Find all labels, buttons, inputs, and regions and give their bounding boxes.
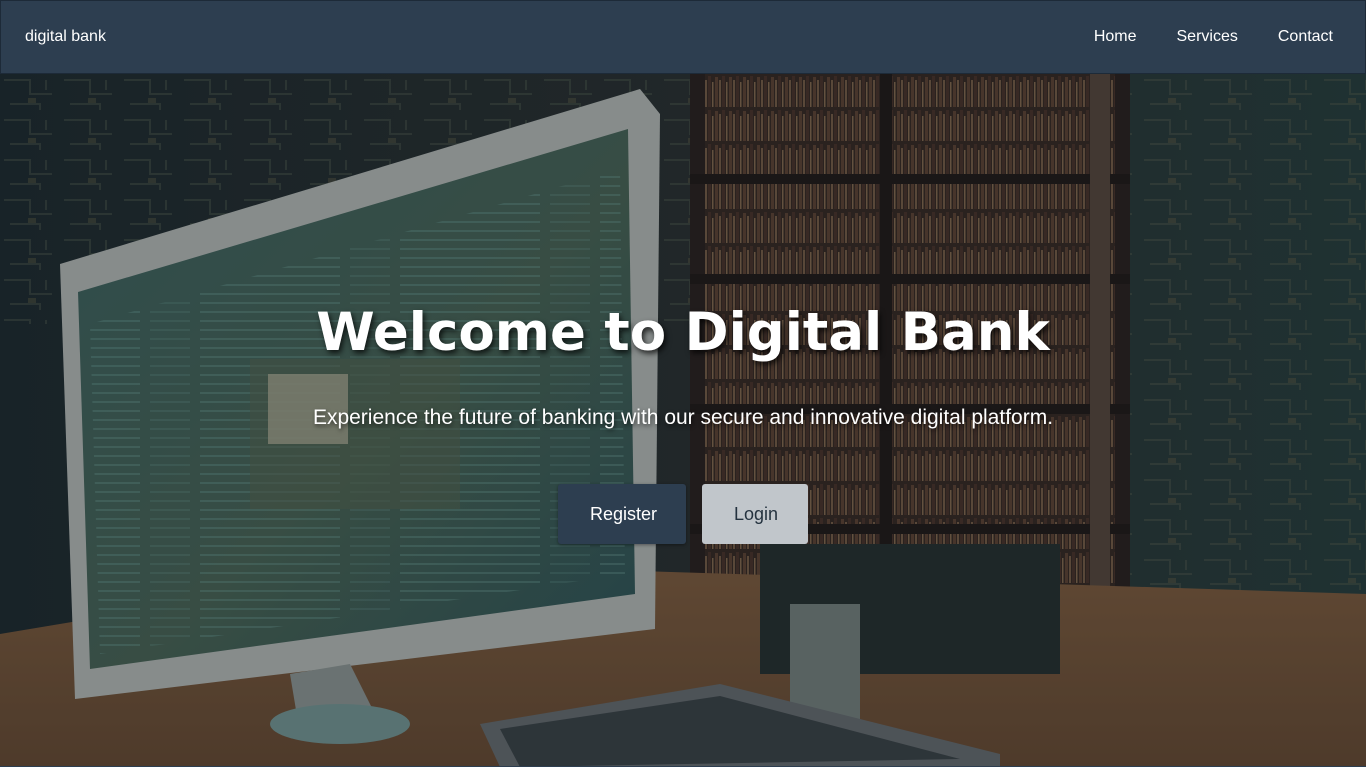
hero-buttons: Register Login (0, 484, 1366, 544)
hero-section: Welcome to Digital Bank Experience the f… (0, 74, 1366, 767)
login-button[interactable]: Login (702, 484, 808, 544)
nav-link-services[interactable]: Services (1177, 28, 1238, 46)
hero-subtitle: Experience the future of banking with ou… (312, 406, 1054, 429)
register-button[interactable]: Register (558, 484, 686, 544)
brand-link[interactable]: digital bank (25, 28, 106, 46)
nav-links: Home Services Contact (1094, 28, 1333, 46)
nav-link-contact[interactable]: Contact (1278, 28, 1333, 46)
hero-content: Welcome to Digital Bank Experience the f… (0, 74, 1366, 766)
nav-link-home[interactable]: Home (1094, 28, 1137, 46)
hero-title: Welcome to Digital Bank (316, 302, 1050, 363)
navbar: digital bank Home Services Contact (0, 0, 1366, 74)
